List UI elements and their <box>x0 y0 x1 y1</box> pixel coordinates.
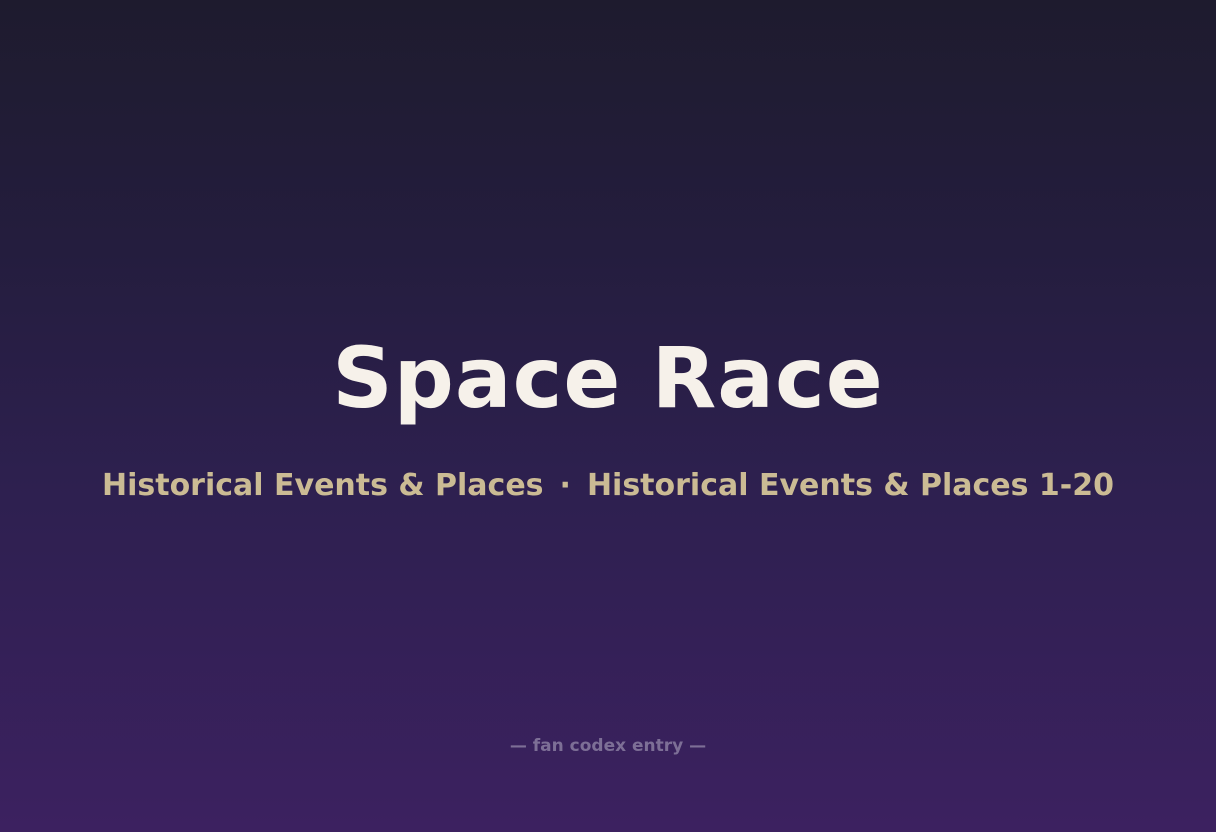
collection-label: Historical Events & Places 1-20 <box>586 468 1114 503</box>
footer-caption: — fan codex entry — <box>509 736 707 756</box>
subtitle-line: Historical Events & Places · Historical Ev… <box>0 466 1216 506</box>
page-title: Space Race <box>332 329 884 427</box>
separator-dot: · <box>559 468 571 503</box>
category-label: Historical Events & Places <box>101 468 544 503</box>
